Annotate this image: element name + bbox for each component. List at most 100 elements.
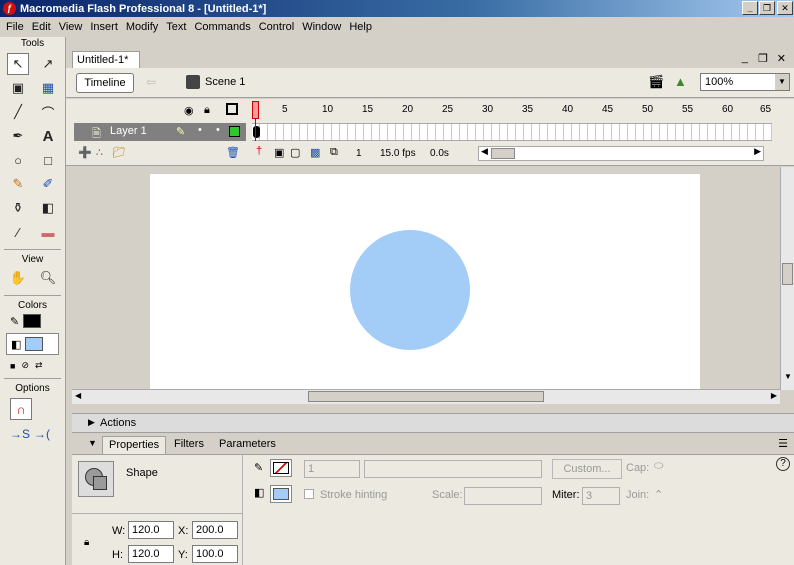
modify-onion-markers-icon[interactable]: ⧉ (330, 146, 338, 159)
edit-scene-icon[interactable]: 🎬︎ (648, 74, 665, 90)
menu-control[interactable]: Control (255, 21, 298, 33)
layer-outline-color-icon[interactable] (229, 126, 240, 137)
oval-tool-icon[interactable]: ○ (7, 149, 29, 171)
rectangle-tool-icon[interactable]: □ (37, 149, 59, 171)
back-arrow-icon[interactable]: ⇦ (146, 75, 156, 89)
hscroll-thumb[interactable] (308, 391, 544, 402)
scroll-left-icon[interactable]: ◀ (481, 146, 488, 157)
edit-multiple-frames-icon[interactable]: ▩ (310, 146, 320, 159)
free-transform-tool-icon[interactable]: ▣ (7, 77, 29, 99)
brush-tool-icon[interactable]: ✐ (37, 173, 59, 195)
menu-view[interactable]: View (55, 21, 87, 33)
doc-close-icon[interactable]: ✕ (777, 52, 786, 65)
help-icon[interactable]: ? (776, 457, 790, 471)
menu-file[interactable]: File (2, 21, 28, 33)
insert-folder-icon[interactable]: 📁︎ (112, 146, 126, 159)
show-hide-eye-icon[interactable]: ◉ (184, 104, 194, 117)
menu-window[interactable]: Window (298, 21, 345, 33)
stroke-color-picker[interactable] (270, 459, 292, 477)
fill-color-picker[interactable] (270, 485, 292, 503)
swap-colors-icon[interactable]: ⇄ (35, 360, 43, 371)
hand-tool-icon[interactable]: ✋ (7, 267, 29, 289)
scroll-left-icon[interactable]: ◀ (75, 391, 81, 400)
frame-ruler[interactable]: 1 5 10 15 20 25 30 35 40 45 50 55 60 65 (252, 101, 772, 121)
tab-parameters[interactable]: Parameters (213, 436, 282, 454)
menu-modify[interactable]: Modify (122, 21, 162, 33)
actions-panel-header[interactable]: ▶ Actions (72, 413, 794, 433)
lasso-tool-icon[interactable]: ⌒ (37, 101, 59, 123)
delete-layer-icon[interactable]: 🗑︎ (226, 146, 240, 159)
y-field[interactable]: 100.0 (192, 545, 238, 563)
outline-toggle-icon[interactable] (226, 103, 238, 115)
frame-cells[interactable] (252, 123, 772, 141)
menu-text[interactable]: Text (162, 21, 190, 33)
menu-commands[interactable]: Commands (190, 21, 254, 33)
stage-vscrollbar[interactable]: ▼ (780, 167, 794, 390)
scroll-right-icon[interactable]: ▶ (771, 391, 777, 400)
insert-layer-icon[interactable]: ➕ (78, 146, 92, 159)
gradient-transform-tool-icon[interactable]: ▦ (37, 77, 59, 99)
scroll-right-icon[interactable]: ▶ (754, 146, 761, 157)
layer-row[interactable]: 🗎︎ Layer 1 ✎ • • (74, 123, 246, 141)
document-tab[interactable]: Untitled-1* (72, 51, 140, 68)
layer-visible-dot[interactable]: • (198, 124, 202, 136)
ink-bottle-tool-icon[interactable]: ⚱ (7, 197, 29, 219)
fill-color-swatch[interactable] (25, 337, 44, 351)
stroke-hinting-checkbox[interactable] (304, 489, 314, 499)
menu-edit[interactable]: Edit (28, 21, 55, 33)
scroll-down-icon[interactable]: ▼ (784, 372, 792, 381)
timeline-toggle-button[interactable]: Timeline (76, 73, 134, 93)
zoom-tool-icon[interactable]: 🔍︎ (37, 267, 59, 289)
zoom-dropdown-arrow-icon[interactable]: ▼ (775, 74, 789, 90)
straighten-icon[interactable]: →( (34, 427, 50, 441)
doc-minimize-icon[interactable]: _ (742, 52, 748, 64)
x-field[interactable]: 200.0 (192, 521, 238, 539)
frame-rate[interactable]: 15.0 fps (380, 146, 416, 162)
width-field[interactable]: 120.0 (128, 521, 174, 539)
smooth-icon[interactable]: →S (10, 427, 30, 441)
doc-restore-icon[interactable]: ❐ (758, 52, 768, 65)
zoom-select[interactable]: 100% ▼ (700, 73, 790, 91)
text-tool-icon[interactable]: A (37, 125, 59, 147)
center-frame-icon[interactable]: † (256, 145, 262, 157)
constrain-lock-icon[interactable]: 🔒︎ (84, 537, 89, 548)
line-tool-icon[interactable]: ╱ (7, 101, 29, 123)
subselection-tool-icon[interactable]: ↗ (37, 53, 59, 75)
add-motion-guide-icon[interactable]: ∴ (96, 146, 103, 159)
scroll-thumb[interactable] (491, 148, 515, 159)
eraser-tool-icon[interactable]: ▬ (37, 221, 59, 243)
tab-properties[interactable]: Properties (102, 436, 167, 454)
miter-field: 3 (582, 487, 620, 505)
black-white-icon[interactable]: ■ (10, 361, 15, 371)
minimize-button[interactable]: _ (742, 1, 758, 15)
expand-arrow-icon[interactable]: ▶ (88, 417, 95, 428)
selection-tool-icon[interactable]: ↖ (7, 53, 29, 75)
no-color-icon[interactable]: ⊘ (21, 360, 29, 371)
pencil-tool-icon[interactable]: ✎ (7, 173, 29, 195)
layer-name[interactable]: Layer 1 (110, 125, 147, 137)
onion-skin-outlines-icon[interactable]: ▢ (290, 146, 300, 159)
restore-button[interactable]: ❐ (759, 1, 775, 15)
vscroll-thumb[interactable] (782, 263, 793, 285)
tab-filters[interactable]: Filters (168, 436, 210, 454)
paint-bucket-tool-icon[interactable]: ◧ (37, 197, 59, 219)
layer-lock-dot[interactable]: • (216, 124, 220, 136)
panel-options-menu-icon[interactable]: ☰ (778, 437, 788, 450)
stroke-color-swatch[interactable] (23, 314, 42, 328)
stage-hscrollbar[interactable]: ◀ ▶ (72, 389, 780, 404)
onion-skin-icon[interactable]: ▣ (274, 146, 284, 159)
stage-canvas[interactable] (150, 174, 700, 390)
eyedropper-tool-icon[interactable]: ∕ (7, 221, 29, 243)
timeline-hscrollbar[interactable]: ◀ ▶ (478, 146, 764, 161)
close-button[interactable]: ✕ (777, 1, 793, 15)
menu-help[interactable]: Help (345, 21, 376, 33)
circle-shape[interactable] (350, 230, 470, 350)
menu-insert[interactable]: Insert (86, 21, 122, 33)
pen-tool-icon[interactable]: ✒ (7, 125, 29, 147)
lock-icon[interactable]: 🔒︎ (204, 104, 210, 117)
edit-symbols-icon[interactable]: ▲ (674, 74, 687, 89)
playhead[interactable] (252, 101, 259, 141)
snap-magnet-icon[interactable]: ∩ (10, 398, 32, 420)
height-field[interactable]: 120.0 (128, 545, 174, 563)
collapse-arrow-icon[interactable]: ▼ (88, 438, 97, 448)
